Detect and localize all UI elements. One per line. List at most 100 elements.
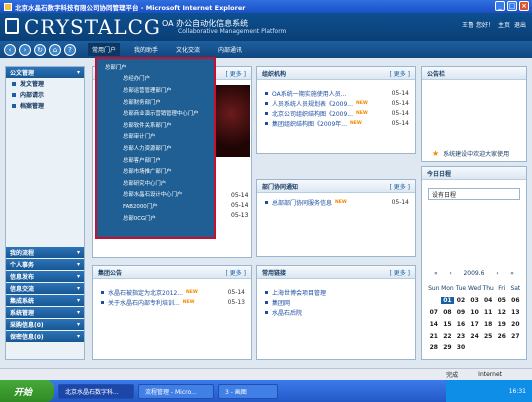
sidebar-header-docs[interactable]: 公文管理 ▾ (6, 67, 84, 78)
dropdown-item[interactable]: 总部市场推广部门户 (97, 165, 214, 177)
prev-month-button[interactable]: ‹ (449, 270, 451, 277)
list-item[interactable]: 集团组织结构图《2009年... NEW 05-14 (265, 118, 409, 128)
list-item[interactable]: 北京公司组织结构图《2009... NEW 05-14 (265, 108, 409, 118)
list-item[interactable]: 人员系统人员规划表《2009... NEW 05-14 (265, 98, 409, 108)
close-icon[interactable]: × (519, 1, 529, 11)
calendar-day[interactable]: 19 (495, 321, 509, 328)
task-process[interactable]: 流程管理 - Micro... (138, 383, 214, 399)
task-browser[interactable]: 北京水晶石数字科... (58, 383, 134, 399)
more-link[interactable]: [ 更多 ] (226, 268, 247, 277)
calendar-day[interactable]: 06 (509, 297, 523, 304)
forward-icon[interactable]: › (19, 43, 31, 56)
link-item[interactable]: 水晶石后院 (265, 307, 409, 317)
dropdown-item[interactable]: 总经办门户 (97, 73, 214, 85)
announcement-item[interactable]: ★ 系统建设中欢迎大家使用 (432, 149, 509, 158)
portlet-announcement: 公告栏 (421, 66, 527, 162)
dropdown-item[interactable]: 总部人力资源部门户 (97, 142, 214, 154)
home-link[interactable]: 主页 (498, 20, 510, 29)
sidebar-header-system[interactable]: 系统管理 ▾ (6, 307, 84, 318)
dropdown-item[interactable]: 总部软件关系部门户 (97, 119, 214, 131)
link-item[interactable]: 上海世博会项目管理 (265, 287, 409, 297)
link-item[interactable]: 集团网 (265, 297, 409, 307)
calendar-day[interactable]: 05 (495, 297, 509, 304)
dropdown-item[interactable]: 总部0CG门户 (97, 212, 214, 224)
sidebar-header-integrated[interactable]: 集成系统 ▾ (6, 295, 84, 306)
calendar-day[interactable]: 03 (468, 297, 482, 304)
schedule-field[interactable]: 设有日程 (428, 188, 520, 200)
calendar-day[interactable]: 13 (509, 309, 523, 316)
help-icon[interactable]: ? (64, 43, 76, 56)
home-icon[interactable]: ⌂ (49, 43, 61, 56)
calendar-day[interactable]: 07 (427, 309, 441, 316)
menu-communication[interactable]: 内部通讯 (214, 43, 246, 56)
calendar-day[interactable]: 22 (441, 333, 455, 340)
logout-link[interactable]: 退出 (514, 20, 526, 29)
sidebar-header-personal[interactable]: 个人事务 ▾ (6, 259, 84, 270)
calendar-day[interactable]: 12 (495, 309, 509, 316)
start-button[interactable]: 开始 (0, 380, 54, 402)
calendar-day[interactable]: 16 (454, 321, 468, 328)
next-year-button[interactable]: » (510, 270, 514, 277)
refresh-icon[interactable]: ↻ (34, 43, 46, 56)
more-link[interactable]: [ 更多 ] (226, 69, 247, 78)
back-icon[interactable]: ‹ (4, 43, 16, 56)
sidebar-item-request[interactable]: 内部请示 (6, 89, 84, 100)
window-titlebar: 北京水晶石数字科技有限公司协同管理平台 - Microsoft Internet… (0, 0, 532, 13)
list-item[interactable]: OA系统一期实施使用人员... 05-14 (265, 88, 409, 98)
dropdown-item[interactable]: 总部水晶石设计中心门户 (97, 189, 214, 201)
sidebar-header-process[interactable]: 我的流程 ▾ (6, 247, 84, 258)
sidebar-header-exchange[interactable]: 信息交流 ▾ (6, 283, 84, 294)
sidebar-header-secret[interactable]: 保密信息(0) ▾ (6, 331, 84, 342)
calendar-day[interactable]: 24 (468, 333, 482, 340)
menu-portal[interactable]: 常用门户 (88, 43, 121, 56)
list-item[interactable]: 关于水晶石内部专利培训... NEW 05-13 (101, 297, 245, 307)
dropdown-item[interactable]: FAB2000门户 (97, 200, 214, 212)
dropdown-item[interactable]: 总部客户部门户 (97, 154, 214, 166)
calendar-day[interactable]: 14 (427, 321, 441, 328)
calendar-day[interactable]: 04 (481, 297, 495, 304)
more-link[interactable]: [ 更多 ] (390, 182, 411, 191)
menu-culture[interactable]: 文化交流 (172, 43, 204, 56)
chevron-icon: ▾ (76, 69, 80, 76)
calendar-day[interactable]: 11 (481, 309, 495, 316)
dropdown-item[interactable]: 总部研究中心门户 (97, 177, 214, 189)
maximize-icon[interactable]: □ (507, 1, 517, 11)
calendar-day[interactable]: 30 (454, 344, 468, 351)
calendar-day[interactable]: 27 (509, 333, 523, 340)
sidebar-item-issue[interactable]: 发文管理 (6, 78, 84, 89)
calendar-day[interactable]: 28 (427, 344, 441, 351)
calendar-day[interactable]: 15 (441, 321, 455, 328)
calendar-day[interactable]: 02 (454, 297, 468, 304)
minimize-icon[interactable]: _ (495, 1, 505, 11)
dropdown-item[interactable]: 总部财务部门户 (97, 96, 214, 108)
dropdown-item[interactable]: 总部审计门户 (97, 131, 214, 143)
dropdown-item[interactable]: 总部门户 (97, 61, 214, 73)
list-item[interactable]: 总部部门协同服务信息 NEW 05-14 (265, 197, 409, 207)
calendar-day[interactable]: 20 (509, 321, 523, 328)
calendar-day[interactable]: 25 (481, 333, 495, 340)
list-item[interactable]: 水晶石被指定为北京2012... NEW 05-14 (101, 287, 245, 297)
sidebar-header-purchase[interactable]: 采购信息(0) ▾ (6, 319, 84, 330)
task-paint[interactable]: 3 - 画图 (218, 383, 278, 399)
calendar-day[interactable]: 21 (427, 333, 441, 340)
menu-assistant[interactable]: 我的助手 (130, 43, 162, 56)
prev-year-button[interactable]: « (434, 270, 438, 277)
calendar-day[interactable]: 23 (454, 333, 468, 340)
more-link[interactable]: [ 更多 ] (390, 268, 411, 277)
sidebar-item-archive[interactable]: 档案管理 (6, 100, 84, 111)
calendar-day[interactable]: 09 (454, 309, 468, 316)
calendar-day[interactable]: 08 (441, 309, 455, 316)
calendar-day[interactable]: 29 (441, 344, 455, 351)
calendar-day[interactable]: 18 (481, 321, 495, 328)
dropdown-item[interactable]: 总部运营管理部门户 (97, 84, 214, 96)
sidebar-header-publish[interactable]: 信息发布 ▾ (6, 271, 84, 282)
calendar-day[interactable]: 26 (495, 333, 509, 340)
calendar-day[interactable]: 01 (440, 297, 455, 305)
header-banner: CRYSTALCG OA 办公自动化信息系统 Collaborative Man… (0, 13, 532, 41)
dropdown-item[interactable]: 总部商业演示营销管理中心门户 (97, 107, 214, 119)
more-link[interactable]: [ 更多 ] (390, 69, 411, 78)
calendar-day[interactable]: 10 (468, 309, 482, 316)
calendar-day[interactable]: 17 (468, 321, 482, 328)
portlet-title: 部门协同通知 (262, 183, 299, 191)
next-month-button[interactable]: › (496, 270, 498, 277)
